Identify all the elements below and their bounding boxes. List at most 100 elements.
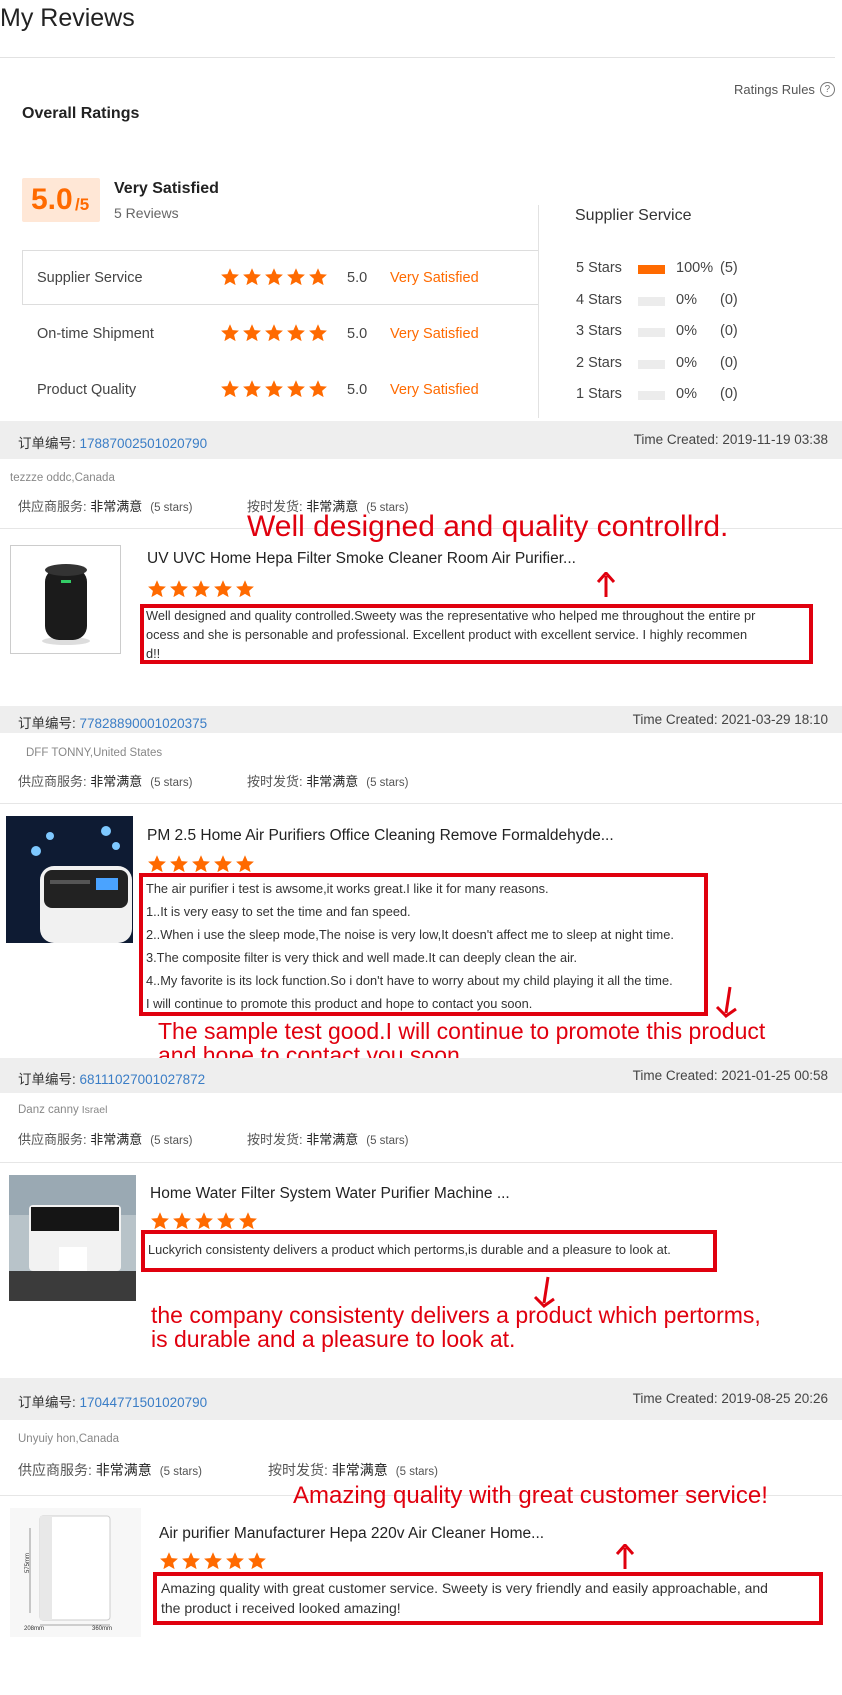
order-number: 订单编号: 17044771501020790 [18,1391,207,1411]
product-thumbnail[interactable] [10,545,121,654]
on-time-label: 按时发货: [247,774,307,789]
rating-row-stars [220,379,328,399]
annotation-text: Amazing quality with great customer serv… [293,1482,768,1509]
supplier-service-stars-text: (5 stars) [150,502,193,514]
star-icon [242,379,262,399]
distribution-bar [638,296,665,306]
overall-verdict: Very Satisfied [114,180,219,197]
rating-row-verdict: Very Satisfied [390,326,479,342]
rating-row-label: Product Quality [37,382,137,398]
order-number-link[interactable]: 17887002501020790 [80,436,208,451]
supplier-service-verdict: 非常满意 [95,1462,152,1478]
distribution-bar [638,391,665,400]
distribution-label: 3 Stars [576,323,622,339]
star-icon [286,323,306,343]
review-stars [147,579,255,599]
order-number-link[interactable]: 77828890001020375 [80,716,208,731]
supplier-service-stars-text: (5 stars) [159,1466,202,1478]
review-text-line: 2..When i use the sleep mode,The noise i… [146,927,674,942]
rating-row-value: 5.0 [347,382,368,398]
product-title-link[interactable]: Air purifier Manufacturer Hepa 220v Air … [159,1525,544,1543]
distribution-title: Supplier Service [575,207,692,224]
order-number-label: 订单编号: [18,1395,80,1410]
review-text-line: 3.The composite filter is very thick and… [146,950,578,965]
distribution-label: 4 Stars [576,291,622,308]
distribution-bar [638,328,665,337]
annotation-arrow-down-icon [714,985,740,1024]
annotation-text: is durable and a pleasure to look at. [151,1326,516,1352]
star-icon [169,854,189,874]
star-icon [191,854,211,874]
distribution-percent: 0% [676,291,697,308]
buyer-name-text: Danz canny [18,1104,79,1116]
review-stars [159,1551,267,1571]
on-time-verdict: 非常满意 [306,1132,359,1147]
rating-panel-vline [538,205,539,418]
supplier-service-verdict: 非常满意 [90,774,143,789]
product-title-link[interactable]: Home Water Filter System Water Purifier … [150,1185,510,1203]
rating-row-verdict: Very Satisfied [390,382,479,398]
order-number-link[interactable]: 17044771501020790 [80,1395,208,1410]
ratings-rules-label: Ratings Rules [734,82,815,97]
supplier-service-stars-text: (5 stars) [150,1135,193,1147]
review-text-line: Well designed and quality controlled.Swe… [146,608,756,623]
star-icon [220,379,240,399]
star-icon [147,579,167,599]
rating-row-stars [220,267,328,287]
product-title-link[interactable]: UV UVC Home Hepa Filter Smoke Cleaner Ro… [147,550,576,568]
product-thumbnail[interactable]: 575mm 208mm 360mm [10,1508,141,1637]
order-number-label: 订单编号: [18,1071,80,1087]
star-icon [238,1211,258,1231]
distribution-label: 2 Stars [576,354,622,371]
overall-score: 5.0 [31,183,73,216]
star-icon [286,267,306,287]
review-text-line: The air purifier i test is awsome,it wor… [146,881,549,896]
review-stars [147,854,255,874]
distribution-percent: 0% [676,386,697,402]
star-icon [308,379,328,399]
rating-row-verdict: Very Satisfied [390,270,479,286]
supplier-service-label: 供应商服务: [18,1132,91,1147]
star-icon [308,323,328,343]
star-icon [220,323,240,343]
annotation-text: Well designed and quality controllrd. [247,510,729,543]
distribution-count: (0) [720,354,738,371]
review-text-line: Amazing quality with great customer serv… [161,1580,768,1596]
ratings-rules-link[interactable]: Ratings Rules ? [734,82,835,97]
overall-review-count: 5 Reviews [114,205,179,221]
order-number-link[interactable]: 68111027001027872 [80,1072,206,1087]
star-icon [172,1211,192,1231]
on-time-shipment-rating: 按时发货: 非常满意 (5 stars) [247,1129,408,1148]
product-thumbnail[interactable] [9,1175,136,1301]
supplier-service-rating: 供应商服务: 非常满意 (5 stars) [18,496,192,515]
order-number-label: 订单编号: [18,715,80,731]
supplier-service-verdict: 非常满意 [90,499,143,514]
supplier-service-label: 供应商服务: [18,499,91,514]
distribution-bar [638,359,665,369]
supplier-service-rating: 供应商服务: 非常满意 (5 stars) [18,1460,202,1480]
product-title-link[interactable]: PM 2.5 Home Air Purifiers Office Cleanin… [147,827,614,845]
rating-row-value: 5.0 [347,326,368,342]
star-icon [264,323,284,343]
star-icon [220,267,240,287]
distribution-count: (0) [720,291,738,308]
star-icon [286,379,306,399]
image-dim-height: 575mm [25,1552,32,1574]
annotation-text: the company consistenty delivers a produ… [151,1302,761,1328]
supplier-service-label: 供应商服务: [18,1462,96,1478]
distribution-label: 1 Stars [576,386,622,402]
star-icon [203,1551,223,1571]
order-time-created: Time Created: 2019-11-19 03:38 [633,432,828,447]
review-text-line: 4..My favorite is its lock function.So i… [146,973,673,988]
star-icon [147,854,167,874]
distribution-count: (0) [720,386,738,402]
product-thumbnail[interactable] [6,816,133,943]
page-title: My Reviews [0,4,135,32]
star-icon [169,579,189,599]
review-text-line: ocess and she is personable and professi… [146,627,748,642]
rating-row-label: On-time Shipment [37,326,154,342]
star-icon [191,579,211,599]
on-time-stars-text: (5 stars) [366,777,409,789]
review-text-line: Luckyrich consistenty delivers a product… [148,1242,671,1257]
distribution-percent: 0% [676,354,697,371]
